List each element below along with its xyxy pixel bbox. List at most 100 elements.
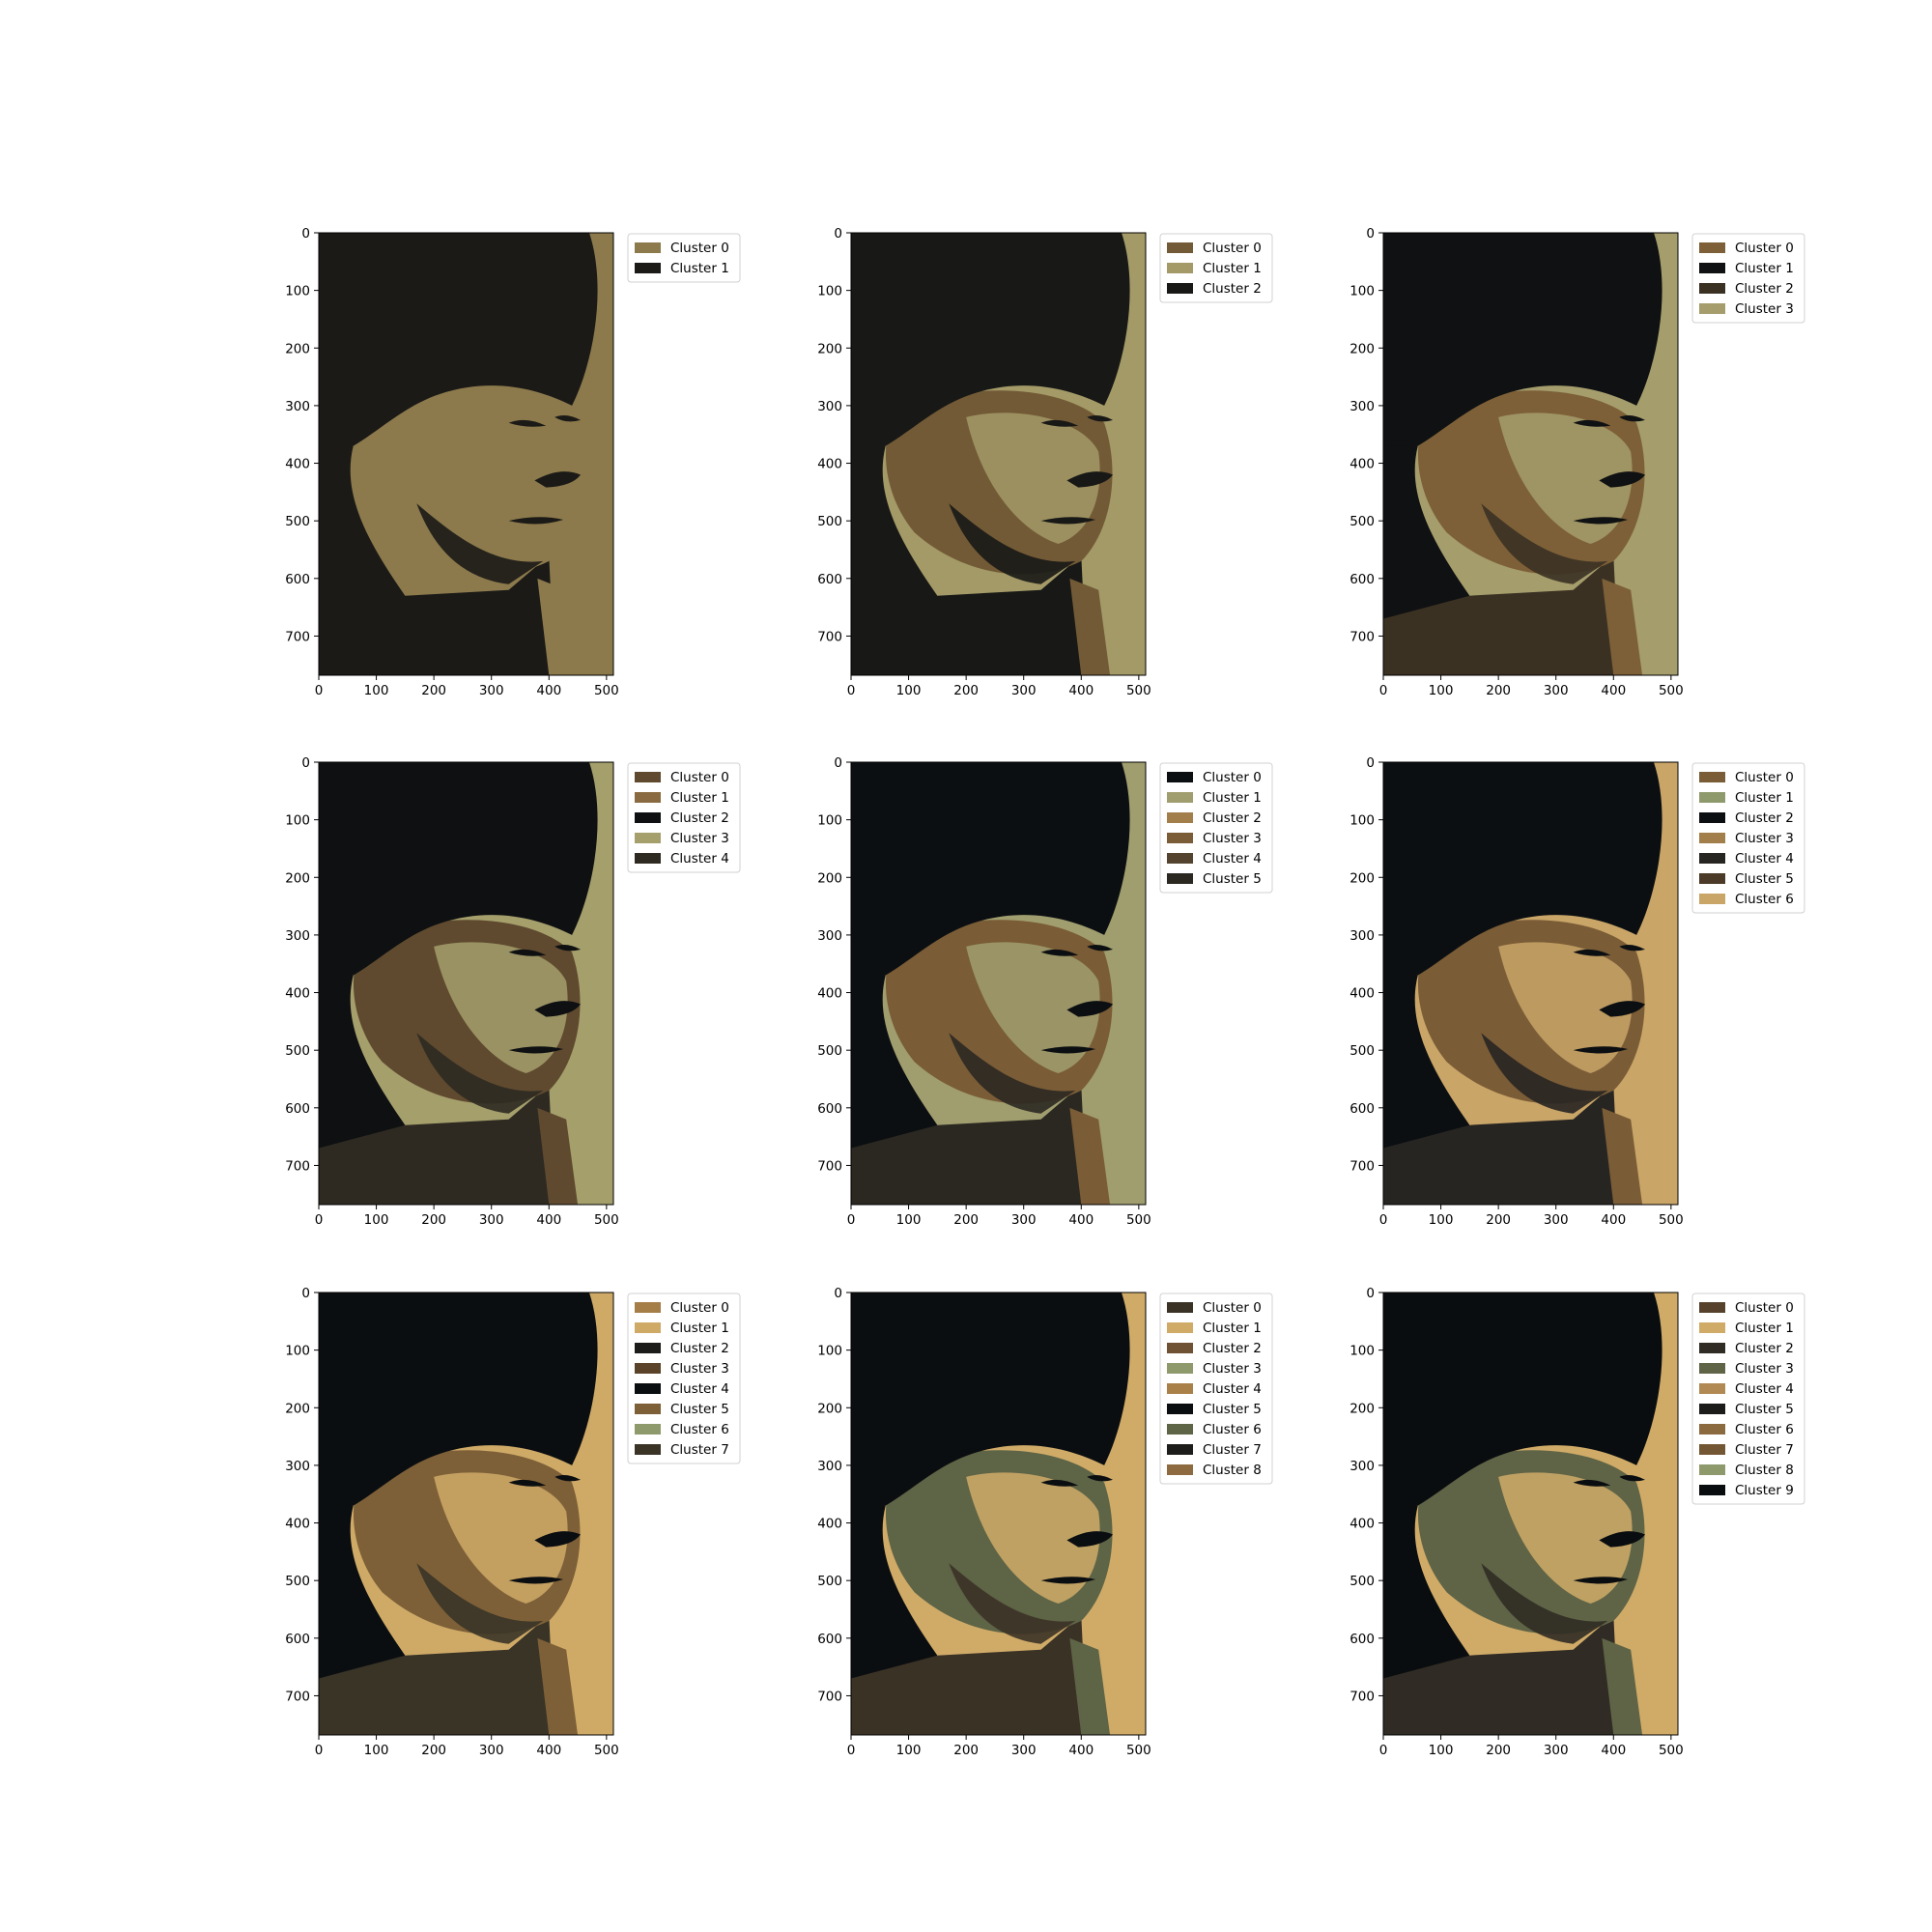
y-tick-label: 500 <box>817 514 842 529</box>
y-tick-label: 100 <box>1350 284 1375 299</box>
x-tick-label: 500 <box>1659 1212 1684 1228</box>
legend-label: Cluster 2 <box>670 1341 729 1356</box>
y-tick-label: 200 <box>817 341 842 356</box>
legend-label: Cluster 5 <box>1203 871 1262 887</box>
legend-swatch <box>1699 873 1725 884</box>
legend-label: Cluster 2 <box>1203 810 1262 826</box>
legend-swatch <box>1699 1464 1725 1475</box>
legend-label: Cluster 2 <box>1203 281 1262 297</box>
y-tick-label: 300 <box>1350 928 1375 944</box>
y-tick-label: 0 <box>1366 755 1375 771</box>
y-tick-label: 600 <box>285 572 310 587</box>
legend: Cluster 0 Cluster 1 <box>627 233 741 283</box>
legend-label: Cluster 1 <box>1203 1321 1262 1336</box>
x-tick-label: 300 <box>1544 1212 1569 1228</box>
legend-swatch <box>1699 1444 1725 1455</box>
x-tick-label: 200 <box>421 1743 446 1758</box>
x-tick-label: 0 <box>847 1212 856 1228</box>
legend-swatch <box>1167 873 1193 884</box>
legend-label: Cluster 1 <box>670 1321 729 1336</box>
x-tick-label: 100 <box>1429 1212 1454 1228</box>
legend-swatch <box>1167 812 1193 823</box>
y-tick-label: 700 <box>817 1158 842 1174</box>
legend-swatch <box>635 1444 661 1455</box>
y-tick-label: 300 <box>817 1459 842 1474</box>
y-tick-label: 100 <box>285 284 310 299</box>
portrait-image <box>851 762 1146 1205</box>
legend: Cluster 0 Cluster 1 Cluster 2 Cluster 3 Clus… <box>1691 1293 1805 1505</box>
x-tick-label: 400 <box>1601 1212 1626 1228</box>
x-tick-label: 300 <box>1544 683 1569 698</box>
legend-label: Cluster 3 <box>670 831 729 846</box>
legend-label: Cluster 0 <box>670 770 729 785</box>
legend-label: Cluster 7 <box>1735 1442 1794 1458</box>
y-tick-label: 200 <box>1350 341 1375 356</box>
y-tick-label: 200 <box>285 870 310 886</box>
legend-label: Cluster 2 <box>1735 1341 1794 1356</box>
legend-swatch <box>635 772 661 782</box>
legend: Cluster 0 Cluster 1 Cluster 2 Cluster 3 Clus… <box>1691 762 1805 914</box>
legend-swatch <box>1699 1424 1725 1435</box>
x-tick-label: 200 <box>421 1212 446 1228</box>
x-tick-label: 500 <box>1126 683 1151 698</box>
legend-label: Cluster 3 <box>1735 831 1794 846</box>
x-tick-label: 300 <box>1011 1743 1037 1758</box>
legend-label: Cluster 7 <box>1203 1442 1262 1458</box>
legend: Cluster 0 Cluster 1 Cluster 2 Cluster 3 Clus… <box>1159 762 1273 894</box>
legend-label: Cluster 4 <box>1735 851 1794 867</box>
legend-swatch <box>1699 792 1725 803</box>
y-tick-label: 0 <box>834 1286 842 1301</box>
legend-swatch <box>1167 1322 1193 1333</box>
legend-label: Cluster 0 <box>1203 241 1262 256</box>
x-tick-label: 200 <box>953 1212 979 1228</box>
x-tick-label: 500 <box>1659 1743 1684 1758</box>
x-tick-label: 500 <box>594 683 619 698</box>
x-tick-label: 300 <box>479 683 504 698</box>
legend-label: Cluster 6 <box>670 1422 729 1437</box>
y-tick-label: 100 <box>817 813 842 829</box>
y-tick-label: 700 <box>817 1689 842 1704</box>
x-tick-label: 100 <box>364 683 389 698</box>
legend-swatch <box>1167 242 1193 253</box>
y-tick-label: 600 <box>1350 1101 1375 1117</box>
x-tick-label: 300 <box>1011 1212 1037 1228</box>
legend-label: Cluster 1 <box>1203 261 1262 276</box>
y-tick-label: 200 <box>1350 870 1375 886</box>
legend-label: Cluster 3 <box>1203 831 1262 846</box>
x-tick-label: 100 <box>364 1212 389 1228</box>
y-tick-label: 400 <box>817 457 842 472</box>
legend-swatch <box>1167 1464 1193 1475</box>
x-tick-label: 0 <box>315 1212 324 1228</box>
legend: Cluster 0 Cluster 1 Cluster 2 Cluster 3 <box>1691 233 1805 324</box>
x-tick-label: 500 <box>594 1212 619 1228</box>
y-tick-label: 200 <box>1350 1401 1375 1416</box>
legend-label: Cluster 2 <box>1735 281 1794 297</box>
portrait-image <box>319 1293 613 1735</box>
y-tick-label: 500 <box>817 1043 842 1059</box>
legend-swatch <box>1699 263 1725 273</box>
legend: Cluster 0 Cluster 1 Cluster 2 Cluster 3 Clus… <box>627 1293 741 1464</box>
legend-swatch <box>1167 1363 1193 1374</box>
legend-label: Cluster 0 <box>1203 770 1262 785</box>
legend-swatch <box>1167 263 1193 273</box>
legend-label: Cluster 4 <box>1735 1381 1794 1397</box>
legend-swatch <box>1699 1404 1725 1414</box>
x-tick-label: 100 <box>364 1743 389 1758</box>
legend: Cluster 0 Cluster 1 Cluster 2 <box>1159 233 1273 303</box>
legend-swatch <box>635 1363 661 1374</box>
portrait-image <box>1383 1293 1678 1735</box>
cluster-figure: 0 100 200 300 400 500 0 100 200 300 400 500 600 700 Cl… <box>0 0 1932 1932</box>
y-tick-label: 600 <box>817 1632 842 1647</box>
y-tick-label: 300 <box>1350 1459 1375 1474</box>
legend-swatch <box>635 1424 661 1435</box>
y-tick-label: 100 <box>817 284 842 299</box>
y-tick-label: 700 <box>285 1689 310 1704</box>
y-tick-label: 100 <box>1350 813 1375 829</box>
y-tick-label: 700 <box>1350 629 1375 644</box>
legend-swatch <box>1167 1424 1193 1435</box>
legend-swatch <box>635 242 661 253</box>
legend-label: Cluster 8 <box>1203 1463 1262 1478</box>
x-tick-label: 300 <box>1544 1743 1569 1758</box>
legend-label: Cluster 5 <box>670 1402 729 1417</box>
y-tick-label: 500 <box>285 1043 310 1059</box>
